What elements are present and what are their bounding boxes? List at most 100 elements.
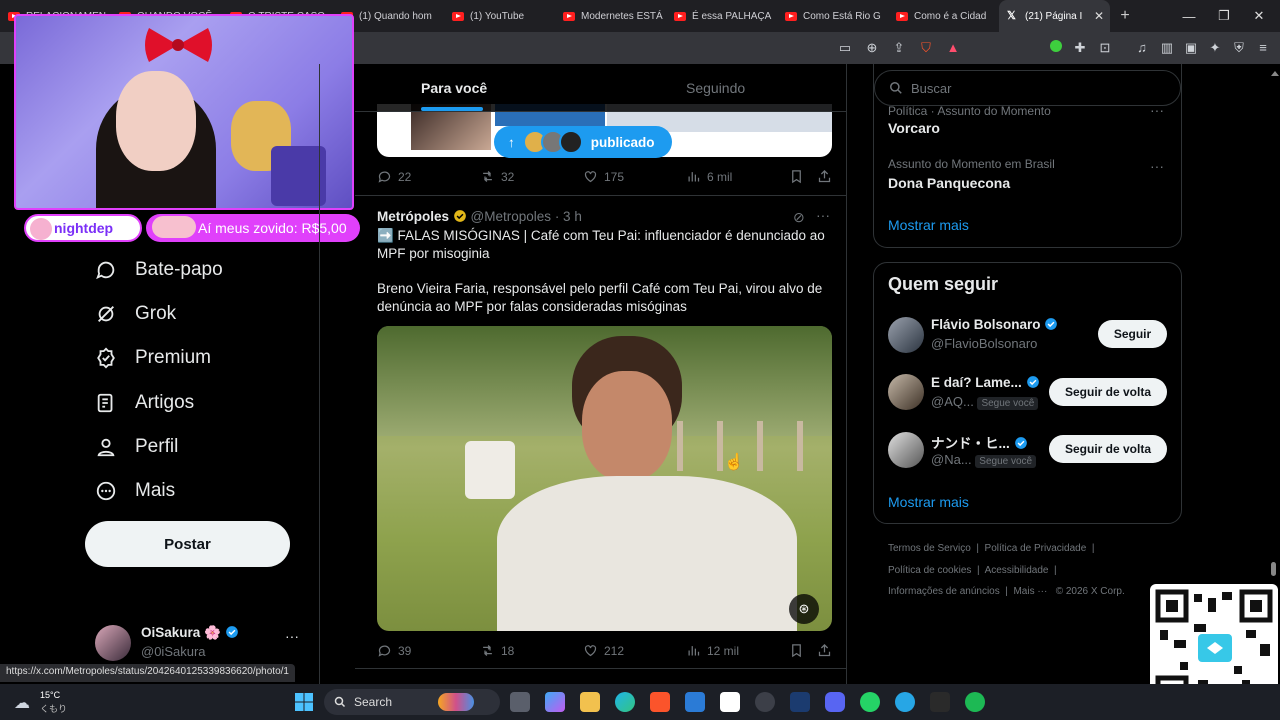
copilot-icon[interactable] [545,692,565,712]
suggested-user-name[interactable]: E daí? Lame... [931,375,1022,390]
show-more-trends-link[interactable]: Mostrar mais [888,217,969,233]
close-tab-icon[interactable]: ✕ [1094,9,1104,23]
extension-status-icon[interactable] [1048,40,1064,56]
browser-tab[interactable]: Como Está Rio G [777,0,888,32]
post-button[interactable]: Postar [85,521,290,567]
nav-item-grok[interactable]: Grok [95,296,176,332]
zoom-icon[interactable]: ⊕ [864,40,880,56]
bookmark-button[interactable] [789,643,804,658]
follow-button[interactable]: Seguir [1098,320,1167,348]
new-posts-pill[interactable]: ↑ publicado [494,126,672,158]
views-button[interactable]: 12 mil [686,643,739,658]
grok-image-icon[interactable]: ⊛ [789,594,819,624]
retweet-button[interactable]: 18 [480,643,514,658]
edge-icon[interactable] [615,692,635,712]
scrollbar-thumb[interactable] [1271,562,1276,576]
task-view-icon[interactable] [510,692,530,712]
extensions-icon[interactable]: ✚ [1072,40,1088,56]
maximize-icon[interactable]: ❐ [1207,0,1241,32]
footer-link[interactable]: Política de cookies [888,565,971,576]
more-options-icon[interactable]: ··· [285,628,299,644]
reply-button[interactable]: 22 [377,169,411,184]
brave-shield-icon[interactable]: ⛉ [918,40,934,56]
follow-back-button[interactable]: Seguir de volta [1049,378,1167,406]
nav-item-premium[interactable]: Premium [95,340,211,376]
reply-button[interactable]: 39 [377,643,411,658]
footer-link[interactable]: Informações de anúncios [888,586,1000,597]
retweet-button[interactable]: 32 [480,169,514,184]
avatar[interactable] [888,374,924,410]
more-options-icon[interactable]: ··· [1150,158,1164,174]
suggested-user-name[interactable]: ナンド・ヒ... [931,436,1010,451]
nav-item-articles[interactable]: Artigos [95,385,194,421]
tweet-photo[interactable]: ⊛ [377,326,832,631]
trend-name[interactable]: Vorcaro [888,120,940,136]
media-icon[interactable]: ♫ [1134,40,1150,56]
leo-ai-icon[interactable]: ✦ [1207,40,1223,56]
new-tab-button[interactable]: + [1110,7,1140,25]
minimize-icon[interactable]: — [1172,0,1206,32]
browser-tab-active[interactable]: 𝕏 (21) Página I ✕ [999,0,1110,32]
store-icon[interactable] [685,692,705,712]
search-input[interactable]: Buscar [874,70,1181,106]
like-button[interactable]: 212 [583,643,624,658]
follow-back-button[interactable]: Seguir de volta [1049,435,1167,463]
avatar[interactable] [888,317,924,353]
verified-badge-icon [1014,437,1027,449]
nav-item-profile[interactable]: Perfil [95,429,178,465]
footer-more-link[interactable]: Mais ··· [1013,586,1047,597]
file-explorer-icon[interactable] [580,692,600,712]
obs-icon[interactable] [755,692,775,712]
share-icon[interactable]: ⇪ [891,40,907,56]
share-icon [818,169,831,183]
screenshot-icon[interactable]: ⊡ [1097,40,1113,56]
share-button[interactable] [817,643,832,658]
browser-tab[interactable]: Modernetes ESTÁ [555,0,666,32]
wallet-icon[interactable]: ▣ [1183,40,1199,56]
windows-start-icon[interactable] [294,692,314,712]
show-more-follow-link[interactable]: Mostrar mais [888,494,969,510]
brave-rewards-icon[interactable]: ▲ [945,40,961,56]
more-options-icon[interactable]: ··· [816,207,830,223]
spotify-icon[interactable] [965,692,985,712]
grok-explain-icon[interactable]: ⊘ [793,209,805,226]
brave-icon[interactable] [650,692,670,712]
discord-icon[interactable] [825,692,845,712]
capcut-icon[interactable] [720,692,740,712]
telegram-icon[interactable] [895,692,915,712]
retweet-icon [483,171,492,182]
share-button[interactable] [817,169,832,184]
nav-item-more[interactable]: Mais [95,473,175,509]
vpn-icon[interactable]: ⛨ [1231,40,1247,56]
like-button[interactable]: 175 [583,169,624,184]
tweet-handle[interactable]: @Metropoles [471,209,552,224]
tweet-time[interactable]: · 3 h [555,209,582,224]
steam-icon[interactable] [790,692,810,712]
suggested-user-name[interactable]: Flávio Bolsonaro [931,317,1041,332]
epic-games-icon[interactable] [930,692,950,712]
browser-tab[interactable]: Como é a Cidad [888,0,999,32]
nav-item-chat[interactable]: Bate-papo [95,252,223,288]
tweet-author[interactable]: Metrópoles [377,209,449,224]
bookmark-button[interactable] [789,169,804,184]
footer-link[interactable]: Acessibilidade [985,565,1049,576]
views-button[interactable]: 6 mil [686,169,732,184]
avatar[interactable] [888,432,924,468]
scroll-up-icon[interactable] [1271,66,1279,76]
taskbar-search[interactable]: Search [324,689,500,715]
footer-link[interactable]: Termos de Serviço [888,543,971,554]
weather-widget[interactable]: ☁ 15°C くもり [12,689,72,717]
whatsapp-icon[interactable] [860,692,880,712]
tab-following[interactable]: Seguindo [686,80,745,96]
footer-link[interactable]: Política de Privacidade [985,543,1087,554]
avatar [558,130,583,154]
browser-tab[interactable]: (1) YouTube [444,0,555,32]
sidebar-toggle-icon[interactable]: ▥ [1159,40,1175,56]
account-switcher[interactable]: OiSakura 🌸 @0iSakura ··· [85,618,310,668]
browser-tab[interactable]: É essa PALHAÇA [666,0,777,32]
cast-icon[interactable]: ▭ [837,40,853,56]
tab-for-you[interactable]: Para você [421,80,487,96]
trend-name[interactable]: Dona Panquecona [888,175,1010,191]
menu-icon[interactable]: ≡ [1255,40,1271,56]
close-window-icon[interactable]: ✕ [1242,0,1276,32]
